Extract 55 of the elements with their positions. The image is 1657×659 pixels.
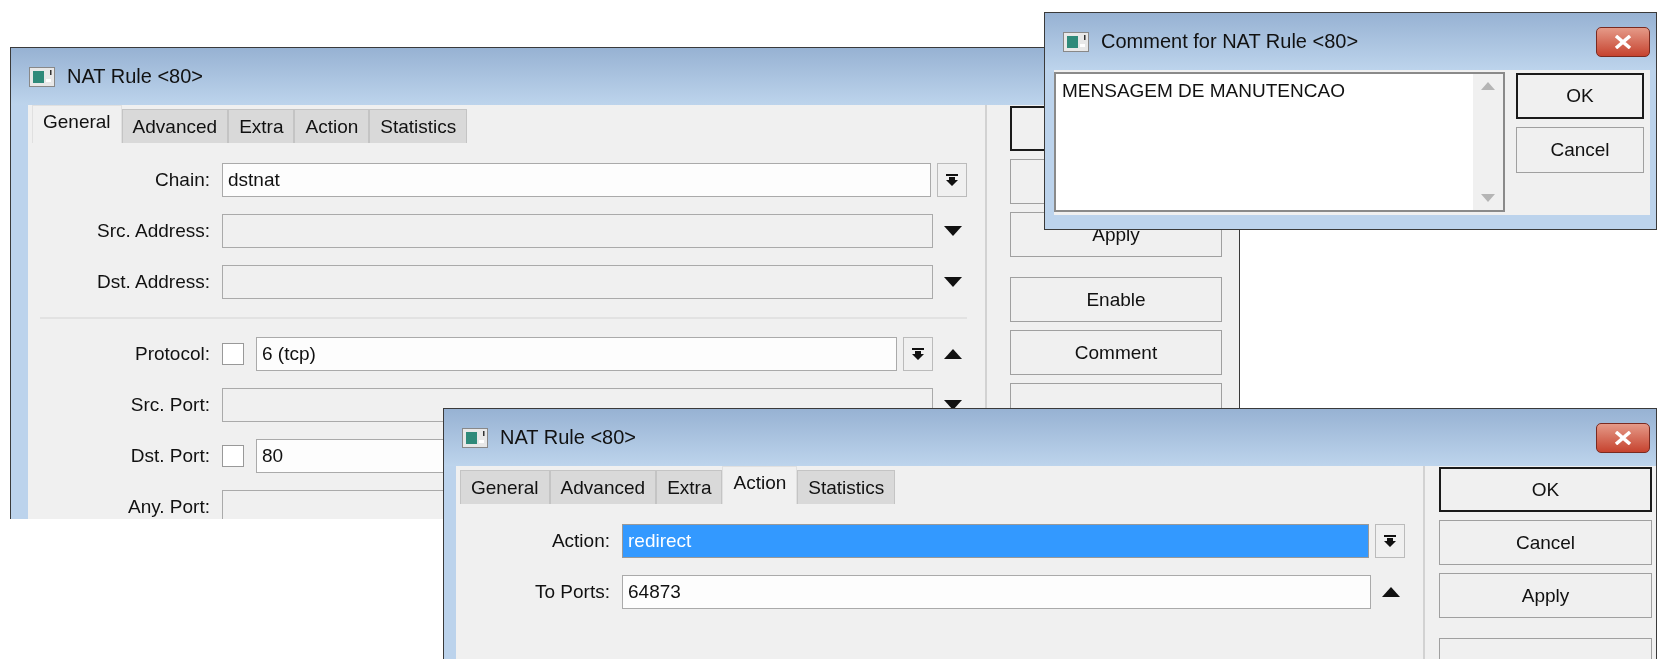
field-label: Chain: [154, 169, 210, 191]
down-arrow-icon[interactable] [944, 226, 962, 236]
checkbox[interactable] [222, 343, 244, 365]
input-field[interactable] [222, 214, 933, 248]
dialog-button[interactable]: Cancel [1439, 520, 1652, 565]
close-button[interactable] [1596, 422, 1650, 453]
down-arrow-icon[interactable] [944, 277, 962, 287]
tab[interactable]: Advanced [121, 109, 229, 143]
input-field[interactable]: dstnat [222, 163, 931, 197]
dialog-button[interactable]: OK [1439, 467, 1652, 512]
window-icon [462, 427, 488, 448]
field-label: Src. Address: [96, 220, 210, 242]
tab[interactable]: Action [294, 109, 370, 143]
close-icon[interactable] [1613, 34, 1633, 49]
dropdown-arrow-icon[interactable] [912, 348, 924, 360]
input-field[interactable]: 64873 [622, 575, 1371, 609]
field-label: Dst. Address: [96, 271, 210, 293]
dropdown-button[interactable] [937, 163, 967, 197]
tab[interactable]: Advanced [549, 470, 657, 504]
field-label: To Ports: [534, 581, 610, 603]
tab[interactable]: Extra [656, 470, 723, 504]
up-arrow-icon[interactable] [944, 349, 962, 359]
field-label: Any. Port: [127, 496, 210, 518]
field-label: Action: [550, 530, 610, 552]
up-arrow-icon[interactable] [1382, 587, 1400, 597]
checkbox[interactable] [222, 445, 244, 467]
tab[interactable]: Statistics [369, 109, 468, 143]
tab[interactable]: Statistics [797, 470, 896, 504]
dropdown-arrow-icon[interactable] [1384, 535, 1396, 547]
close-button[interactable] [1596, 26, 1650, 57]
dialog-button[interactable]: Cancel [1516, 127, 1644, 173]
down-arrow-icon[interactable] [944, 400, 962, 410]
dropdown-button[interactable] [903, 337, 933, 371]
comment-textarea[interactable]: MENSAGEM DE MANUTENCAO [1054, 72, 1505, 212]
field-label: Dst. Port: [129, 445, 210, 467]
tab[interactable]: General [32, 105, 122, 143]
tab[interactable]: Action [722, 466, 798, 504]
window-icon [29, 66, 55, 87]
tab[interactable]: General [460, 470, 550, 504]
window-icon [1063, 31, 1089, 52]
input-field[interactable]: 6 (tcp) [256, 337, 897, 371]
field-label: Protocol: [134, 343, 210, 365]
dialog-button[interactable]: OK [1516, 73, 1644, 119]
dialog-button[interactable]: Comment [1010, 330, 1222, 375]
dropdown-arrow-icon[interactable] [946, 174, 958, 186]
tab[interactable]: Extra [228, 109, 295, 143]
dialog-button[interactable]: Apply [1439, 573, 1652, 618]
dialog-button[interactable]: Enable [1010, 277, 1222, 322]
window-title: NAT Rule <80> [67, 65, 203, 88]
input-field[interactable] [222, 265, 933, 299]
close-icon[interactable] [1613, 430, 1633, 445]
field-label: Src. Port: [129, 394, 210, 416]
window-title: Comment for NAT Rule <80> [1101, 30, 1359, 53]
window-title: NAT Rule <80> [500, 426, 636, 449]
dropdown-button[interactable] [1375, 524, 1405, 558]
